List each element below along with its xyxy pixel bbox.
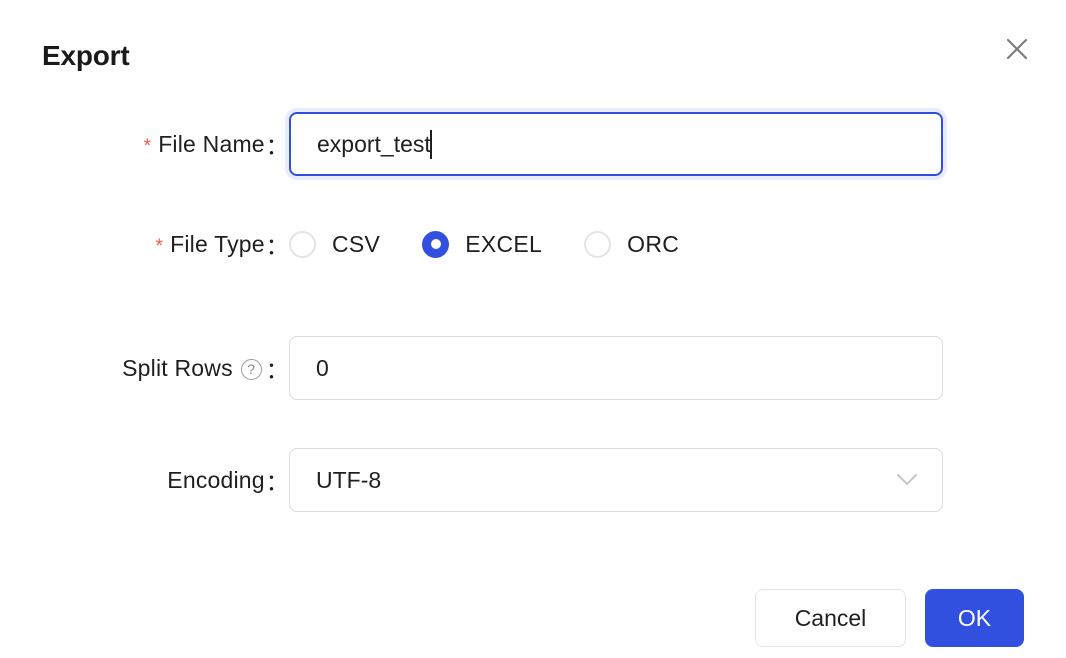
split-rows-label-text: Split Rows (122, 354, 233, 381)
encoding-label: Encoding ： (167, 448, 289, 512)
form-row-encoding: Encoding ： UTF-8 (0, 448, 1066, 512)
file-name-input[interactable] (289, 112, 943, 176)
required-asterisk: * (155, 235, 164, 257)
file-type-label: * File Type ： (155, 224, 289, 264)
radio-checked-icon (422, 230, 450, 258)
encoding-selected-value: UTF-8 (316, 466, 382, 493)
close-icon (1004, 36, 1030, 62)
split-rows-input[interactable] (289, 336, 943, 400)
dialog-header: Export (0, 0, 1066, 96)
radio-unchecked-icon (289, 230, 316, 258)
radio-option-label: EXCEL (465, 230, 543, 257)
split-rows-label-colon: ： (265, 357, 289, 383)
radio-option-label: CSV (332, 230, 381, 257)
encoding-select[interactable]: UTF-8 (289, 448, 943, 512)
radio-option-orc[interactable]: ORC (584, 230, 680, 258)
page-title: Export (42, 40, 130, 71)
file-type-label-text: File Type (170, 230, 265, 257)
split-rows-label: Split Rows ? ： (122, 336, 289, 400)
form-row-file-type: * File Type ： CSV EXCEL ORC (0, 224, 1066, 264)
radio-unchecked-icon (584, 230, 612, 258)
question-mark-icon[interactable]: ? (240, 358, 262, 380)
file-name-control (289, 112, 943, 176)
radio-option-label: ORC (627, 230, 680, 257)
encoding-label-text: Encoding (167, 466, 265, 493)
radio-option-csv[interactable]: CSV (289, 230, 381, 258)
radio-option-excel[interactable]: EXCEL (422, 230, 543, 258)
ok-button[interactable]: OK (925, 589, 1024, 647)
file-type-label-colon: ： (265, 233, 289, 259)
required-asterisk: * (143, 135, 152, 157)
file-name-label-text: File Name (158, 130, 265, 157)
text-cursor (430, 130, 432, 159)
cancel-button[interactable]: Cancel (755, 589, 906, 647)
file-type-radio-group: CSV EXCEL ORC (289, 224, 679, 264)
form-row-file-name: * File Name ： (0, 112, 1066, 176)
close-button[interactable] (998, 30, 1036, 68)
file-name-label: * File Name ： (144, 112, 289, 176)
chevron-down-icon (896, 473, 918, 487)
encoding-label-colon: ： (265, 469, 289, 495)
dialog-footer: Cancel OK (0, 562, 1066, 658)
export-dialog: Export * File Name ： * (0, 0, 1066, 658)
form-row-split-rows: Split Rows ? ： (0, 336, 1066, 400)
encoding-control: UTF-8 (289, 448, 943, 512)
file-name-label-colon: ： (265, 133, 289, 159)
split-rows-control (289, 336, 943, 400)
